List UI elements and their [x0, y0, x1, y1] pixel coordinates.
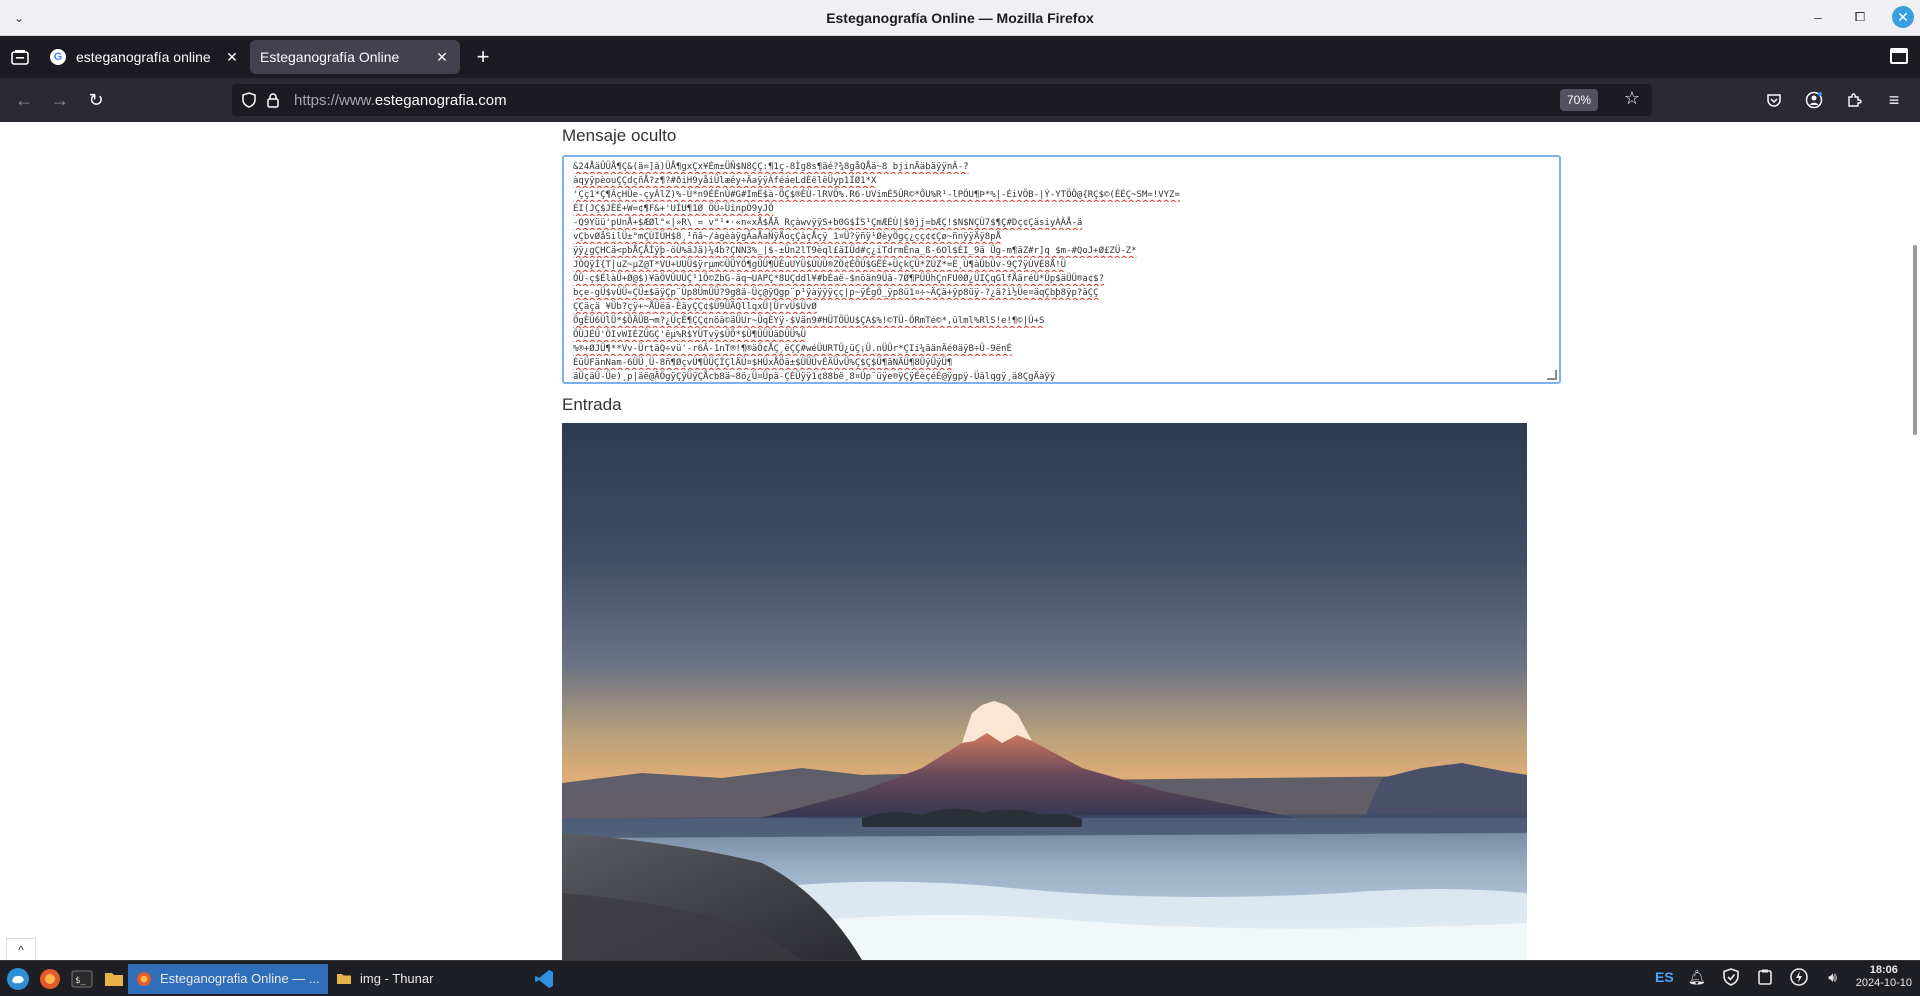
close-tab-icon[interactable]: ✕ [224, 49, 240, 65]
back-button[interactable]: ← [6, 84, 42, 116]
hidden-message-line: ÿÿ¿gÇHCä<pbÅÇÅÌÿþ-öÙ%äJä)¼4b?ÇNN3%_|$-±Ü… [573, 246, 1137, 256]
terminal-launcher-icon[interactable]: $_ [68, 965, 96, 993]
navigation-toolbar: ← → ↻ https://www.esteganografia.com 70%… [0, 78, 1920, 122]
firefox-icon [137, 971, 151, 986]
tab-strip: G esteganografía online - Busc ✕ Estegan… [0, 36, 1920, 78]
clock-date: 2024-10-10 [1855, 977, 1912, 989]
whisker-menu-icon[interactable] [4, 965, 32, 993]
hidden-message-textarea[interactable]: &24ÅäÛÜÅ¶Ç&(ä=]ä)ÜÅ¶gxÇx¥Ém±ÜÑ$N8ÇÇ:¶1ç-… [562, 155, 1561, 384]
pocket-icon[interactable] [1758, 84, 1790, 116]
system-taskbar: $_ Esteganografia Online — ... img - Thu… [0, 960, 1920, 996]
hidden-message-line: ÕÜJÉÜ'ÖIvWIÉZÜGÇ'ëµ%R$YÜTvÿ$ÜÕ*$Ü¶ÜÜÜäDÜ… [573, 330, 806, 340]
collapse-chevron-up-icon[interactable]: ^ [6, 938, 36, 960]
power-manager-icon[interactable] [1788, 966, 1810, 988]
hidden-message-lines: &24ÅäÛÜÅ¶Ç&(ä=]ä)ÜÅ¶gxÇx¥Ém±ÜÑ$N8ÇÇ:¶1ç-… [573, 160, 1550, 382]
taskbar-item-label: Esteganografia Online — ... [160, 971, 320, 986]
window-titlebar: ⌄ Esteganografía Online — Mozilla Firefo… [0, 0, 1920, 36]
address-bar[interactable]: https://www.esteganografia.com 70% ☆ [232, 84, 1652, 116]
files-launcher-icon[interactable] [100, 965, 128, 993]
vscode-launcher-icon[interactable] [530, 965, 558, 993]
maximize-button[interactable]: ⧠ [1850, 7, 1870, 27]
input-image-mount-fuji [562, 423, 1527, 960]
security-shield-icon[interactable] [1720, 966, 1742, 988]
hidden-message-label: Mensaje oculto [562, 126, 677, 145]
hidden-message-line: &24ÅäÛÜÅ¶Ç&(ä=]ä)ÜÅ¶gxÇx¥Ém±ÜÑ$N8ÇÇ:¶1ç-… [573, 162, 969, 172]
window-title: Esteganografía Online — Mozilla Firefox [826, 9, 1094, 26]
hidden-message-line: ÓÛ-ç$ÉlàÜ+Ø@$)¥äÖVÛUÜÇ¹1Ö©ZbG-äq¬UAPÇ*8U… [573, 274, 1105, 284]
firefox-launcher-icon[interactable] [36, 965, 64, 993]
taskbar-item-label: img - Thunar [360, 971, 434, 986]
clipboard-icon[interactable] [1754, 966, 1776, 988]
hidden-message-line: bçe-gÜ$vÜÜ«ÇÜ±$äÿÇp¨Üp8ÜmÜÜ?9g8ä-Üç@ÿQgp… [573, 288, 1099, 298]
hidden-message-line: àqyÿpèouÇÇdçñÅ?z¶?#ðiH9yåiÜlæéy÷ÄaÿÿÁféá… [573, 176, 877, 186]
volume-icon[interactable]: 🔊︎ [1822, 966, 1844, 988]
lock-icon[interactable] [266, 92, 280, 108]
extensions-icon[interactable] [1838, 84, 1870, 116]
toolbar-right-icons: ≡ [1758, 84, 1910, 116]
hidden-message-line: ÈüÜFänNam-6ÜÜ¸Ü-8ñ¶ØçvÙ¶ÜÜÇÍÇlÄÜ¤$HÜxÅÖä… [573, 358, 953, 368]
firefox-view-button[interactable] [0, 36, 40, 78]
svg-text:$_: $_ [75, 976, 86, 986]
page-scrollbar[interactable] [1908, 122, 1920, 960]
url-text: https://www.esteganografia.com [294, 92, 507, 109]
forward-button[interactable]: → [42, 84, 78, 116]
tab-title: Esteganografía Online [260, 49, 400, 65]
input-label: Entrada [562, 395, 622, 414]
hidden-message-line: %®+ØJÜ¶**Vv-ÜrtäQ÷vü'-r6Â-1nT®!¶®äÖ¢ÅÇ¸ë… [573, 344, 1012, 354]
list-all-tabs-icon[interactable] [1890, 48, 1908, 64]
reload-button[interactable]: ↻ [78, 84, 114, 116]
url-protocol: https://www. [294, 91, 375, 109]
close-tab-icon[interactable]: ✕ [434, 49, 450, 65]
system-tray: ES 🔔︎ 🔊︎ 18:06 2024-10-10 [1655, 964, 1912, 990]
hidden-message-line: vÇbvØåSilÜ±°mÇÙIÜH$8¸¹ñâ~/àgèàÿgÃaÅaÑÿÅo… [573, 232, 1002, 242]
hidden-message-line: ÉI(JÇ$JÉÉ+W=¢¶F&+'UÍU¶1Ø ÖÜ÷ÜinpÒ9yJÖ [573, 204, 774, 214]
firefox-view-icon [11, 50, 29, 65]
clock[interactable]: 18:06 2024-10-10 [1856, 964, 1912, 990]
scrollbar-thumb[interactable] [1913, 245, 1917, 435]
bookmark-star-icon[interactable]: ☆ [1624, 88, 1640, 109]
tracking-protection-shield-icon[interactable] [242, 92, 256, 108]
folder-icon [337, 973, 351, 984]
menu-hamburger-icon[interactable]: ≡ [1878, 84, 1910, 116]
hidden-message-line: 'Çç1*Ç¶ÂçHÜe-çyÂlZ)%-Ú*n9ÉÉnÙ#G#ImÉ$à-ÕÇ… [573, 190, 1180, 200]
tab-search-results[interactable]: G esteganografía online - Busc ✕ [40, 40, 250, 74]
tab-title: esteganografía online - Busc [76, 49, 214, 65]
minimize-button[interactable]: – [1808, 7, 1828, 27]
taskbar-item-firefox[interactable]: Esteganografia Online — ... [128, 963, 328, 994]
clock-time: 18:06 [1869, 964, 1898, 976]
taskbar-item-thunar[interactable]: img - Thunar [328, 964, 524, 994]
zoom-level-badge[interactable]: 70% [1559, 89, 1598, 111]
window-menu-chevron-icon[interactable]: ⌄ [10, 9, 28, 27]
hidden-message-line: -Q9Yüü'pUnÅ+$ÆØl°«|»R\ = v°¹•·«n«xÅ$ÅÄ R… [573, 218, 1083, 228]
hidden-message-line: ÇÇäçä ¥Üb?çÿ+~ÅÜëä-ÈäyÇÇ¢$Ü9ÜÄQllqxÜ|Ürv… [573, 302, 817, 312]
window-controls: – ⧠ ✕ [1808, 6, 1914, 28]
url-domain: esteganografia.com [374, 91, 507, 109]
textarea-resize-handle[interactable] [1547, 370, 1557, 380]
hidden-message-line: äÜçäÜ-Üe)¸p|äë@ÄÖgÿÇÿÜÿÇÅcb8ä~8ö¿Ü¤Üpä-Ç… [573, 372, 1056, 382]
google-icon: G [50, 49, 66, 65]
keyboard-layout-indicator[interactable]: ES [1655, 969, 1674, 985]
hidden-message-line: JÖQÿÍ{T|uZ~µZ@T*VU+UUÜ$ÿrµm©ÜÜYÖ¶gÜÜ¶ÜÉu… [573, 260, 1067, 270]
page-content: Mensaje oculto &24ÅäÛÜÅ¶Ç&(ä=]ä)ÜÅ¶gxÇx¥… [0, 122, 1920, 960]
notifications-bell-icon[interactable]: 🔔︎ [1686, 966, 1708, 988]
hidden-message-line: ÕgÉÜ6ÜlÜ*$ÕÄÜB¬m?¿ÜçÈ¶ÇÇ¢nöä©äÜUr~ÜqÈYÿ-… [573, 316, 1045, 326]
new-tab-button[interactable]: + [466, 40, 500, 74]
tab-esteganografia[interactable]: Esteganografía Online ✕ [250, 40, 460, 74]
account-icon[interactable] [1798, 84, 1830, 116]
close-window-button[interactable]: ✕ [1892, 6, 1914, 28]
